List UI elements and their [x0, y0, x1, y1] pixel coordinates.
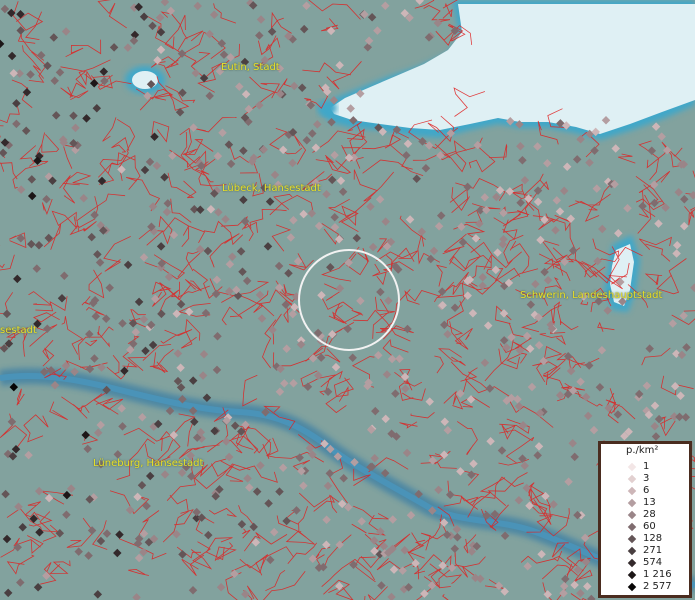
- legend-swatch: [627, 462, 637, 472]
- legend-item: 13: [601, 497, 691, 509]
- legend-label: 574: [643, 557, 663, 568]
- legend-item: 60: [601, 521, 691, 533]
- city-label-partial: sestadt: [0, 325, 37, 336]
- city-label-lueneburg: Lüneburg, Hansestadt: [93, 458, 204, 469]
- legend-label: 2 577: [643, 581, 672, 592]
- map-view[interactable]: Eutin, Stadt Lübeck, Hansestadt Schwerin…: [0, 0, 695, 600]
- legend-item: 1 216: [601, 569, 691, 581]
- legend-item: 2 577: [601, 581, 691, 593]
- city-label-luebeck: Lübeck, Hansestadt: [222, 183, 321, 194]
- legend-swatch: [627, 570, 637, 580]
- legend-label: 3: [643, 473, 650, 484]
- legend-swatch: [627, 498, 637, 508]
- legend-item: 28: [601, 509, 691, 521]
- legend-label: 271: [643, 545, 663, 556]
- legend-label: 60: [643, 521, 656, 532]
- legend-swatch: [627, 510, 637, 520]
- legend-label: 28: [643, 509, 656, 520]
- legend-swatch: [627, 582, 637, 592]
- city-label-schwerin: Schwerin, Landeshauptstadt: [520, 290, 663, 301]
- legend-swatch: [627, 546, 637, 556]
- density-legend: p./km² 1 3 6 13 28 60 128 271 574 1 216 2 577: [598, 441, 692, 598]
- legend-swatch: [627, 534, 637, 544]
- legend-swatch: [627, 486, 637, 496]
- legend-item: 271: [601, 545, 691, 557]
- legend-item: 3: [601, 473, 691, 485]
- legend-item: 1: [601, 461, 691, 473]
- legend-item: 574: [601, 557, 691, 569]
- legend-label: 6: [643, 485, 650, 496]
- city-label-eutin: Eutin, Stadt: [221, 62, 280, 73]
- legend-swatch: [627, 474, 637, 484]
- legend-item: 128: [601, 533, 691, 545]
- legend-label: 13: [643, 497, 656, 508]
- legend-label: 1 216: [643, 569, 672, 580]
- legend-swatch: [627, 558, 637, 568]
- legend-label: 128: [643, 533, 663, 544]
- legend-swatch: [627, 522, 637, 532]
- legend-label: 1: [643, 461, 650, 472]
- legend-title: p./km²: [626, 445, 659, 456]
- legend-item: 6: [601, 485, 691, 497]
